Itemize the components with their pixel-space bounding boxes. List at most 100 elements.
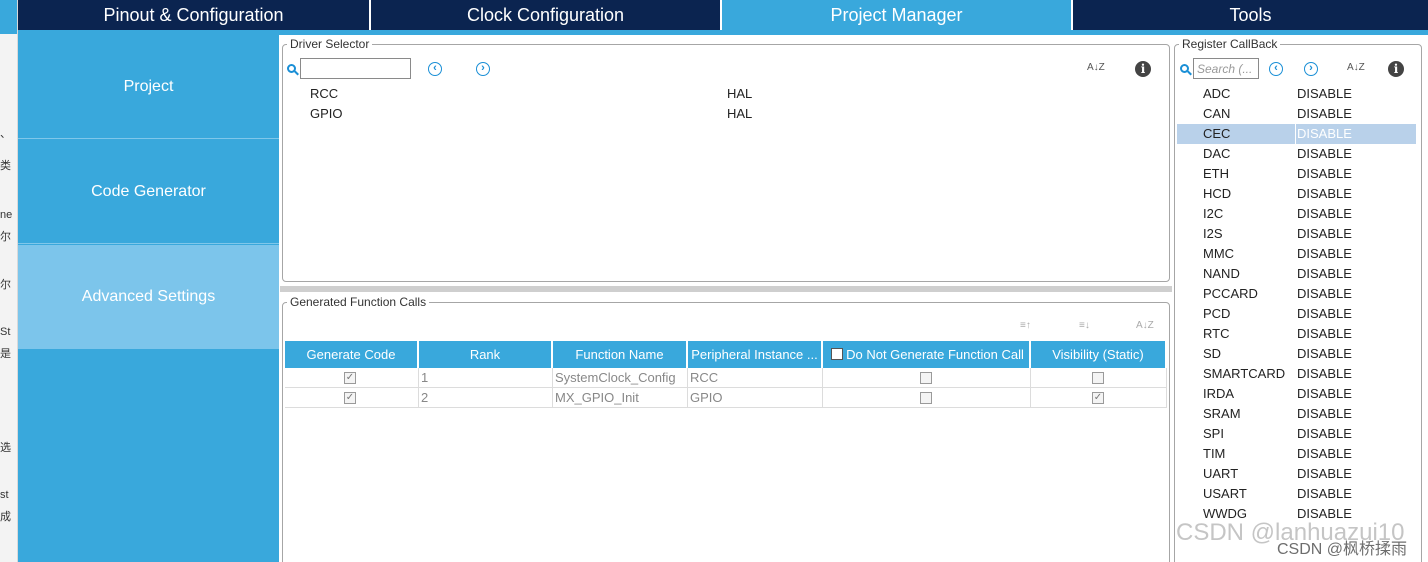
col-do-not-generate[interactable]: Do Not Generate Function Call [823, 341, 1031, 368]
callback-item-smartcard[interactable]: SMARTCARD DISABLE [1177, 364, 1416, 384]
callback-value[interactable]: DISABLE [1297, 224, 1352, 244]
callback-value[interactable]: DISABLE [1297, 444, 1352, 464]
col-generate-code[interactable]: Generate Code [285, 341, 419, 368]
visibility-checkbox[interactable] [1092, 372, 1104, 384]
col-visibility-static[interactable]: Visibility (Static) [1031, 341, 1167, 368]
watermark: CSDN @枫桥揉雨 [1277, 541, 1408, 558]
callback-item-dac[interactable]: DAC DISABLE [1177, 144, 1416, 164]
col-function-name[interactable]: Function Name [553, 341, 688, 368]
prev-icon[interactable]: ‹ [1269, 62, 1283, 76]
rank-cell: 1 [419, 368, 553, 388]
callback-value[interactable]: DISABLE [1297, 264, 1352, 284]
panel-splitter[interactable] [280, 286, 1172, 292]
callback-value[interactable]: DISABLE [1297, 284, 1352, 304]
nav-advanced-settings[interactable]: Advanced Settings [18, 245, 279, 349]
col-rank[interactable]: Rank [419, 341, 553, 368]
prev-icon[interactable]: ‹ [428, 62, 442, 76]
callback-name: I2S [1203, 226, 1223, 241]
register-callback-title: Register CallBack [1179, 37, 1281, 51]
callback-value[interactable]: DISABLE [1297, 144, 1352, 164]
table-cell [1031, 368, 1167, 388]
callback-value[interactable]: DISABLE [1297, 204, 1352, 224]
tab-tools[interactable]: Tools [1073, 0, 1428, 30]
generate-checkbox[interactable]: ✓ [344, 372, 356, 384]
callback-value[interactable]: DISABLE [1297, 404, 1352, 424]
callback-item-spi[interactable]: SPI DISABLE [1177, 424, 1416, 444]
driver-selector-title: Driver Selector [287, 37, 373, 51]
callback-name: SD [1203, 346, 1222, 361]
header-checkbox[interactable] [831, 348, 843, 360]
callback-search-input[interactable] [1193, 58, 1259, 79]
callback-item-pcd[interactable]: PCD DISABLE [1177, 304, 1416, 324]
callback-value[interactable]: DISABLE [1297, 324, 1352, 344]
callback-item-mmc[interactable]: MMC DISABLE [1177, 244, 1416, 264]
callback-item-i2c[interactable]: I2C DISABLE [1177, 204, 1416, 224]
callback-value[interactable]: DISABLE [1297, 184, 1352, 204]
callback-item-adc[interactable]: ADC DISABLE [1177, 84, 1416, 104]
callback-name: RTC [1203, 326, 1230, 341]
callback-name: DAC [1203, 146, 1231, 161]
callback-value[interactable]: DISABLE [1297, 364, 1352, 384]
sort-up-icon[interactable]: ≡↑ [1020, 321, 1031, 331]
no-call-checkbox[interactable] [920, 392, 932, 404]
nav-project[interactable]: Project [18, 35, 279, 139]
col-peripheral-instance[interactable]: Peripheral Instance ... [688, 341, 823, 368]
sort-az-icon[interactable]: A↓Z [1136, 321, 1154, 331]
callback-item-sram[interactable]: SRAM DISABLE [1177, 404, 1416, 424]
next-icon[interactable]: › [476, 62, 490, 76]
callback-item-eth[interactable]: ETH DISABLE [1177, 164, 1416, 184]
strip-text: 选 [0, 442, 11, 454]
no-call-checkbox[interactable] [920, 372, 932, 384]
tab-project-manager[interactable]: Project Manager [722, 0, 1071, 30]
visibility-checkbox[interactable]: ✓ [1092, 392, 1104, 404]
strip-text: St [0, 326, 11, 338]
callback-value[interactable]: DISABLE [1297, 164, 1352, 184]
callback-item-rtc[interactable]: RTC DISABLE [1177, 324, 1416, 344]
callback-item-uart[interactable]: UART DISABLE [1177, 464, 1416, 484]
driver-type[interactable]: HAL [727, 104, 752, 124]
driver-name: GPIO [310, 106, 343, 121]
callback-item-usart[interactable]: USART DISABLE [1177, 484, 1416, 504]
callback-value[interactable]: DISABLE [1297, 124, 1352, 144]
callback-item-hcd[interactable]: HCD DISABLE [1177, 184, 1416, 204]
next-icon[interactable]: › [1304, 62, 1318, 76]
callback-item-irda[interactable]: IRDA DISABLE [1177, 384, 1416, 404]
nav-code-generator[interactable]: Code Generator [18, 140, 279, 244]
callback-value[interactable]: DISABLE [1297, 104, 1352, 124]
strip-text: 是 [0, 348, 11, 360]
strip-text: ne [0, 209, 13, 221]
info-icon[interactable]: i [1135, 61, 1151, 77]
table-cell: ✓ [285, 368, 419, 388]
driver-search-input[interactable] [300, 58, 411, 79]
callback-name: I2C [1203, 206, 1224, 221]
callback-value[interactable]: DISABLE [1297, 84, 1352, 104]
info-icon[interactable]: i [1388, 61, 1404, 77]
callback-item-pccard[interactable]: PCCARD DISABLE [1177, 284, 1416, 304]
tab-pinout-configuration[interactable]: Pinout & Configuration [18, 0, 369, 30]
callback-item-nand[interactable]: NAND DISABLE [1177, 264, 1416, 284]
sort-az-icon[interactable]: A↓Z [1087, 63, 1105, 73]
callback-value[interactable]: DISABLE [1297, 344, 1352, 364]
tab-clock-configuration[interactable]: Clock Configuration [371, 0, 720, 30]
callback-item-can[interactable]: CAN DISABLE [1177, 104, 1416, 124]
strip-text: 成 [0, 511, 11, 523]
callback-value[interactable]: DISABLE [1297, 484, 1352, 504]
driver-type[interactable]: HAL [727, 84, 752, 104]
callback-item-sd[interactable]: SD DISABLE [1177, 344, 1416, 364]
callback-item-cec[interactable]: CEC DISABLE [1177, 124, 1416, 144]
callback-name: TIM [1203, 446, 1226, 461]
callback-value[interactable]: DISABLE [1297, 304, 1352, 324]
callback-value[interactable]: DISABLE [1297, 424, 1352, 444]
callback-value[interactable]: DISABLE [1297, 464, 1352, 484]
callback-item-tim[interactable]: TIM DISABLE [1177, 444, 1416, 464]
callback-name: ADC [1203, 86, 1231, 101]
callback-item-i2s[interactable]: I2S DISABLE [1177, 224, 1416, 244]
instance-cell: RCC [688, 368, 823, 388]
generate-checkbox[interactable]: ✓ [344, 392, 356, 404]
callback-value[interactable]: DISABLE [1297, 384, 1352, 404]
sort-down-icon[interactable]: ≡↓ [1079, 321, 1090, 331]
rank-cell: 2 [419, 388, 553, 408]
callback-name: PCCARD [1203, 286, 1258, 301]
sort-az-icon[interactable]: A↓Z [1347, 63, 1365, 73]
callback-value[interactable]: DISABLE [1297, 244, 1352, 264]
